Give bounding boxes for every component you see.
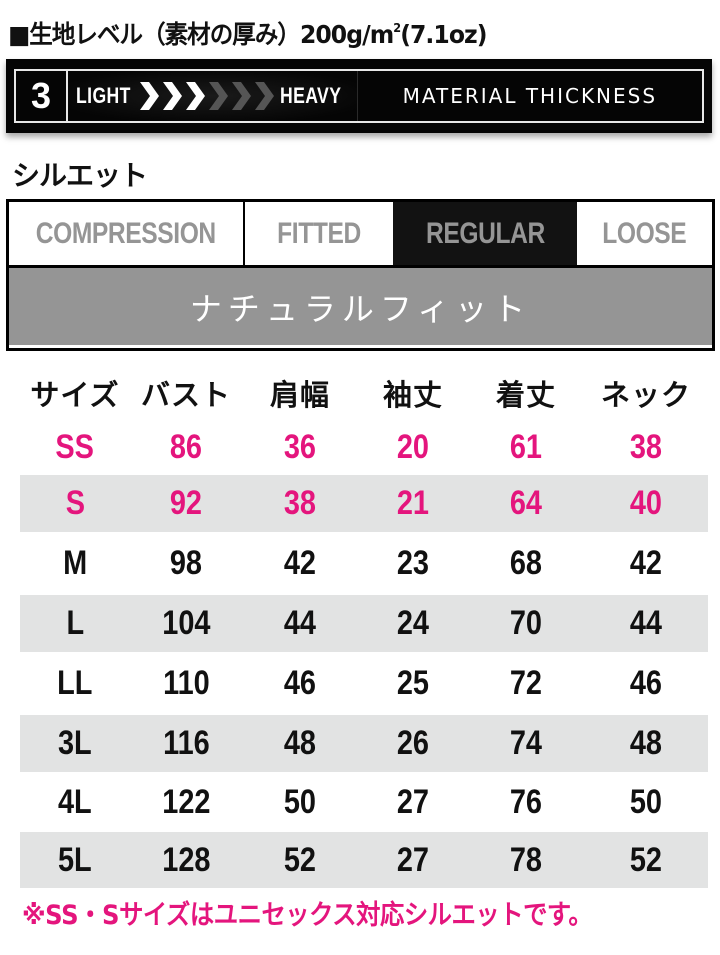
cell-bust: 128	[161, 840, 211, 879]
cell-neck: 42	[629, 544, 663, 582]
cell-neck: 52	[629, 840, 663, 879]
title-weight-oz: (7.1oz)	[400, 20, 487, 49]
cell-size: 3L	[58, 724, 92, 762]
silhouette-heading: シルエット	[12, 159, 148, 192]
cell-body-length: 61	[509, 428, 543, 466]
cell-neck: 46	[629, 664, 663, 702]
cell-sleeve-length: 26	[396, 724, 430, 762]
header-shoulder-width: 肩幅	[269, 377, 330, 412]
cell-bust: 116	[162, 724, 210, 762]
cell-sleeve-length: 24	[396, 604, 430, 642]
fit-option-label: COMPRESSION	[35, 216, 217, 250]
size-row-ss: SS 86 36 20 61 38	[20, 420, 708, 475]
title-text: ■生地レベル（素材の厚み）200g/m	[8, 20, 394, 49]
cell-body-length: 78	[509, 840, 543, 879]
cell-neck: 48	[629, 724, 663, 762]
cell-sleeve-length: 21	[396, 484, 430, 522]
cell-shoulder-width: 36	[283, 428, 317, 466]
fit-option-fitted: FITTED	[245, 202, 393, 265]
cell-body-length: 64	[509, 484, 543, 522]
cell-shoulder-width: 42	[283, 544, 317, 582]
heavy-label: HEAVY	[280, 83, 342, 108]
chevron-active-icon	[186, 82, 205, 110]
banner-frame: 3 LIGHT HEAVY MATERIAL THICKNESS	[14, 69, 704, 123]
size-row-5l: 5L 128 52 27 78 52	[20, 832, 708, 888]
chevron-inactive-icon	[255, 82, 274, 110]
cell-bust: 86	[169, 428, 203, 466]
fit-option-label: REGULAR	[425, 216, 545, 250]
fit-options-row: COMPRESSION FITTED REGULAR LOOSE	[9, 202, 712, 268]
thickness-chevrons	[138, 82, 276, 110]
fit-option-label: FITTED	[277, 216, 361, 250]
cell-shoulder-width: 38	[283, 484, 317, 522]
cell-body-length: 76	[509, 782, 543, 821]
cell-shoulder-width: 52	[283, 840, 317, 879]
thickness-level-number: 3	[16, 71, 68, 121]
cell-shoulder-width: 46	[283, 664, 317, 702]
fabric-level-title: ■生地レベル（素材の厚み）200g/m2(7.1oz)	[8, 8, 488, 49]
cell-shoulder-width: 44	[283, 604, 317, 642]
cell-sleeve-length: 27	[396, 782, 430, 821]
fit-option-compression: COMPRESSION	[9, 202, 245, 265]
cell-sleeve-length: 25	[396, 664, 430, 702]
cell-size: 4L	[58, 782, 92, 821]
fit-description: ナチュラルフィット	[9, 268, 712, 345]
cell-neck: 44	[629, 604, 663, 642]
cell-bust: 92	[169, 484, 203, 522]
cell-size: LL	[57, 664, 93, 702]
size-table-header: サイズ バスト 肩幅 袖丈 着丈 ネック	[20, 365, 708, 420]
cell-size: SS	[55, 428, 95, 466]
cell-body-length: 74	[509, 724, 543, 762]
cell-size: L	[66, 604, 84, 642]
cell-body-length: 68	[509, 544, 543, 582]
chevron-active-icon	[140, 82, 159, 110]
cell-sleeve-length: 27	[396, 840, 430, 879]
chevron-inactive-icon	[209, 82, 228, 110]
cell-neck: 40	[629, 484, 663, 522]
cell-bust: 98	[169, 544, 203, 582]
cell-size: M	[62, 544, 88, 582]
cell-body-length: 72	[509, 664, 543, 702]
fit-option-label: LOOSE	[602, 216, 687, 250]
cell-size: S	[65, 484, 85, 522]
cell-shoulder-width: 50	[283, 782, 317, 821]
size-row-m: M 98 42 23 68 42	[20, 532, 708, 595]
cell-size: 5L	[58, 840, 92, 879]
cell-bust: 110	[162, 664, 210, 702]
thickness-scale: LIGHT HEAVY	[68, 71, 358, 121]
cell-sleeve-length: 20	[396, 428, 430, 466]
chevron-active-icon	[163, 82, 182, 110]
cell-bust: 122	[161, 782, 211, 821]
header-size: サイズ	[30, 377, 120, 412]
cell-body-length: 70	[509, 604, 543, 642]
size-table-body: SS 86 36 20 61 38 S 92 38 21 64 40 M 98 42 23 68 42 L 104 44…	[20, 420, 708, 888]
size-row-4l: 4L 122 50 27 76 50	[20, 772, 708, 832]
light-label: LIGHT	[76, 83, 131, 108]
header-sleeve-length: 袖丈	[382, 377, 443, 412]
cell-sleeve-length: 23	[396, 544, 430, 582]
size-row-l: L 104 44 24 70 44	[20, 595, 708, 652]
cell-neck: 38	[629, 428, 663, 466]
header-neck: ネック	[600, 377, 691, 412]
header-body-length: 着丈	[495, 377, 556, 412]
cell-bust: 104	[161, 604, 211, 642]
size-table: サイズ バスト 肩幅 袖丈 着丈 ネック SS 86 36 20 61 38 S 92 38 21…	[20, 365, 708, 888]
material-thickness-banner: 3 LIGHT HEAVY MATERIAL THICKNESS	[6, 59, 712, 133]
chevron-inactive-icon	[232, 82, 251, 110]
fit-option-loose: LOOSE	[577, 202, 712, 265]
header-bust: バスト	[140, 377, 231, 412]
unisex-note: ※SS・Sサイズはユニセックス対応シルエットです。	[22, 900, 593, 931]
cell-neck: 50	[629, 782, 663, 821]
material-thickness-caption: MATERIAL THICKNESS	[402, 84, 658, 108]
size-row-3l: 3L 116 48 26 74 48	[20, 715, 708, 772]
cell-shoulder-width: 48	[283, 724, 317, 762]
size-row-s: S 92 38 21 64 40	[20, 475, 708, 532]
fit-option-regular-selected: REGULAR	[393, 202, 577, 265]
size-row-ll: LL 110 46 25 72 46	[20, 652, 708, 715]
silhouette-selector: COMPRESSION FITTED REGULAR LOOSE ナチュラルフィ…	[6, 199, 715, 351]
